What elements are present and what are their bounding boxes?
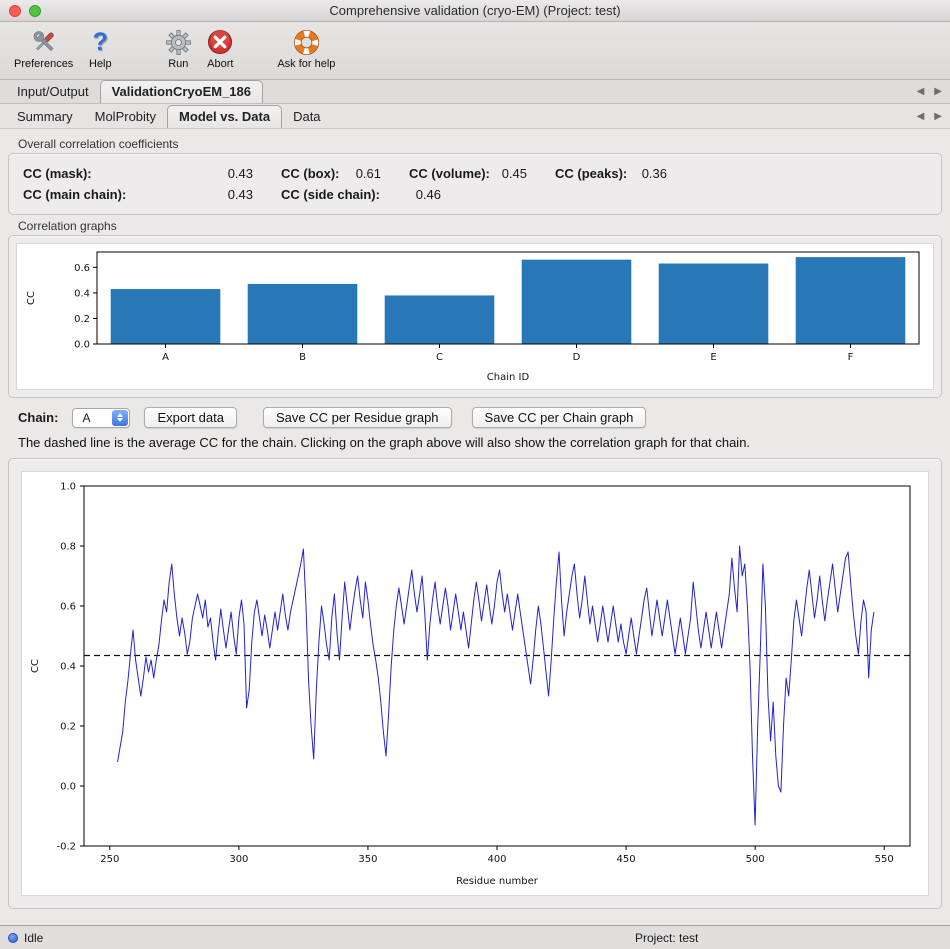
svg-text:C: C bbox=[436, 352, 443, 363]
svg-text:0.8: 0.8 bbox=[60, 542, 76, 553]
status-project: Project: test bbox=[635, 931, 698, 945]
main-content: Overall correlation coefficients CC (mas… bbox=[0, 129, 950, 925]
tab-validationcryoem-186[interactable]: ValidationCryoEM_186 bbox=[100, 80, 263, 103]
cc-mask-value: 0.43 bbox=[228, 166, 253, 181]
cc-mask-label: CC (mask): bbox=[23, 166, 92, 181]
tab-scroll-right-icon[interactable]: ▶ bbox=[934, 111, 942, 122]
svg-text:E: E bbox=[710, 352, 716, 363]
toolbar-label: Preferences bbox=[14, 58, 73, 70]
abort-button[interactable]: Abort bbox=[199, 25, 241, 72]
overall-cc-groupbox: CC (mask): 0.43 CC (box): 0.61 CC (volum… bbox=[8, 153, 942, 215]
svg-text:Chain ID: Chain ID bbox=[487, 372, 530, 383]
cc-box-label: CC (box): bbox=[281, 166, 340, 181]
svg-text:500: 500 bbox=[746, 854, 765, 865]
primary-tab-bar: Input/Output ValidationCryoEM_186 ◀ ▶ bbox=[0, 80, 950, 104]
tab-data[interactable]: Data bbox=[282, 106, 331, 128]
cc-peaks-label: CC (peaks): bbox=[555, 166, 627, 181]
save-cc-per-residue-button[interactable]: Save CC per Residue graph bbox=[263, 407, 452, 428]
svg-text:D: D bbox=[573, 352, 581, 363]
gear-icon bbox=[163, 27, 193, 57]
close-button[interactable] bbox=[9, 5, 21, 17]
svg-text:0.4: 0.4 bbox=[74, 288, 90, 299]
tab-scroll-right-icon[interactable]: ▶ bbox=[934, 86, 942, 97]
cc-volume-label: CC (volume): bbox=[409, 166, 490, 181]
lifebuoy-icon bbox=[291, 27, 321, 57]
window-title: Comprehensive validation (cryo-EM) (Proj… bbox=[0, 0, 950, 21]
toolbar-label: Help bbox=[89, 58, 112, 70]
cc-per-residue-groupbox: -0.2 0.0 0.2 0.4 0.6 0.8 1.0 250 300 350 400 450 500… bbox=[8, 458, 942, 909]
svg-text:0.2: 0.2 bbox=[60, 722, 76, 733]
svg-text:350: 350 bbox=[358, 854, 377, 865]
export-data-button[interactable]: Export data bbox=[144, 407, 237, 428]
svg-text:Residue number: Residue number bbox=[456, 876, 539, 887]
tab-input-output[interactable]: Input/Output bbox=[6, 81, 100, 103]
chevron-up-down-icon bbox=[112, 410, 128, 426]
svg-text:0.0: 0.0 bbox=[60, 782, 76, 793]
toolbar-label: Ask for help bbox=[277, 58, 335, 70]
toolbar: Preferences ? Help bbox=[0, 22, 950, 80]
chain-label: Chain: bbox=[18, 410, 58, 425]
status-dot-icon bbox=[8, 933, 18, 943]
chain-controls: Chain: A Export data Save CC per Residue… bbox=[18, 407, 934, 428]
tab-scroll-left-icon[interactable]: ◀ bbox=[917, 111, 925, 122]
cc-side-chain-value: 0.46 bbox=[416, 187, 441, 202]
preferences-button[interactable]: Preferences bbox=[8, 25, 79, 72]
status-bar: Idle Project: test bbox=[0, 925, 950, 949]
svg-text:B: B bbox=[299, 352, 306, 363]
chain-select-value: A bbox=[82, 411, 90, 425]
toolbar-label: Abort bbox=[207, 58, 233, 70]
dashed-line-note: The dashed line is the average CC for th… bbox=[18, 435, 940, 450]
abort-x-icon bbox=[205, 27, 235, 57]
chain-select[interactable]: A bbox=[72, 408, 130, 428]
cc-box-value: 0.61 bbox=[356, 166, 381, 181]
cc-main-chain-value: 0.43 bbox=[228, 187, 253, 202]
cc-side-chain-label: CC (side chain): bbox=[281, 187, 380, 202]
question-icon: ? bbox=[85, 27, 115, 57]
svg-text:300: 300 bbox=[229, 854, 248, 865]
correlation-graphs-section-title: Correlation graphs bbox=[18, 219, 942, 233]
cc-per-chain-chart[interactable]: 0.0 0.2 0.4 0.6 A B C D E F Chain ID CC bbox=[16, 243, 934, 390]
titlebar: Comprehensive validation (cryo-EM) (Proj… bbox=[0, 0, 950, 22]
ask-for-help-button[interactable]: Ask for help bbox=[271, 25, 341, 72]
zoom-button[interactable] bbox=[29, 5, 41, 17]
svg-text:A: A bbox=[162, 352, 169, 363]
tab-scroll-left-icon[interactable]: ◀ bbox=[917, 86, 925, 97]
svg-text:0.6: 0.6 bbox=[74, 263, 90, 274]
toolbar-label: Run bbox=[168, 58, 188, 70]
help-button[interactable]: ? Help bbox=[79, 25, 121, 72]
status-state: Idle bbox=[24, 931, 43, 945]
cc-volume-value: 0.45 bbox=[502, 166, 527, 181]
svg-text:400: 400 bbox=[487, 854, 506, 865]
correlation-graphs-groupbox: 0.0 0.2 0.4 0.6 A B C D E F Chain ID CC bbox=[8, 235, 942, 398]
svg-text:450: 450 bbox=[617, 854, 636, 865]
cc-per-residue-chart: -0.2 0.0 0.2 0.4 0.6 0.8 1.0 250 300 350 400 450 500… bbox=[21, 471, 929, 896]
tools-icon bbox=[29, 27, 59, 57]
save-cc-per-chain-button[interactable]: Save CC per Chain graph bbox=[472, 407, 647, 428]
svg-text:CC: CC bbox=[30, 659, 41, 673]
run-button[interactable]: Run bbox=[157, 25, 199, 72]
overall-cc-section-title: Overall correlation coefficients bbox=[18, 137, 942, 151]
tab-summary[interactable]: Summary bbox=[6, 106, 84, 128]
secondary-tab-bar: Summary MolProbity Model vs. Data Data ◀… bbox=[0, 104, 950, 129]
cc-stats-row: CC (main chain): 0.43 CC (side chain): 0… bbox=[23, 187, 927, 202]
svg-text:550: 550 bbox=[875, 854, 894, 865]
svg-text:0.0: 0.0 bbox=[74, 340, 90, 351]
tab-molprobity[interactable]: MolProbity bbox=[84, 106, 167, 128]
svg-text:0.4: 0.4 bbox=[60, 662, 76, 673]
svg-text:250: 250 bbox=[100, 854, 119, 865]
svg-text:-0.2: -0.2 bbox=[56, 842, 76, 853]
svg-text:F: F bbox=[848, 352, 854, 363]
cc-stats-row: CC (mask): 0.43 CC (box): 0.61 CC (volum… bbox=[23, 166, 927, 181]
traffic-lights bbox=[9, 5, 41, 17]
svg-text:1.0: 1.0 bbox=[60, 482, 76, 493]
svg-text:0.2: 0.2 bbox=[74, 314, 90, 325]
svg-text:0.6: 0.6 bbox=[60, 602, 76, 613]
cc-peaks-value: 0.36 bbox=[642, 166, 667, 181]
svg-text:CC: CC bbox=[26, 291, 37, 305]
tab-model-vs-data[interactable]: Model vs. Data bbox=[167, 105, 282, 128]
cc-main-chain-label: CC (main chain): bbox=[23, 187, 126, 202]
